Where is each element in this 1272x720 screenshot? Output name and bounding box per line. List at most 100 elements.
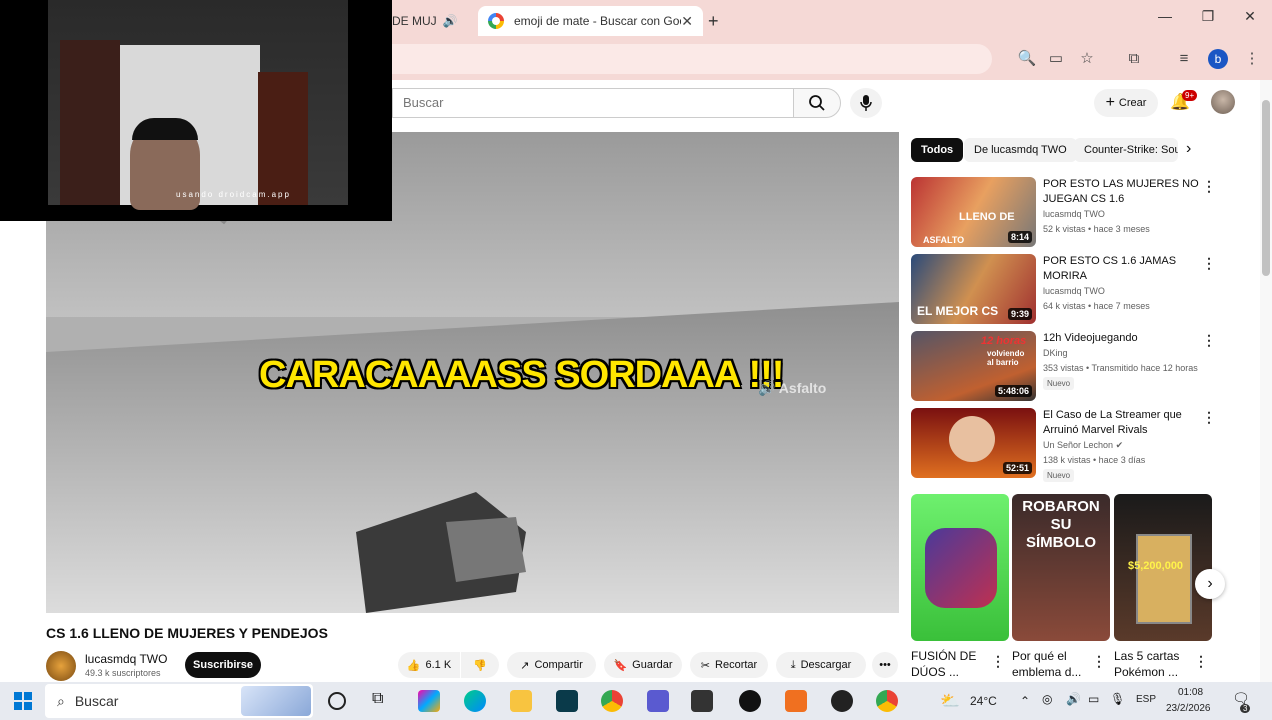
media-control-icon[interactable]: ≡ [1173,48,1195,70]
taskbar-search-input[interactable]: ⌕ Buscar [45,684,313,718]
windows-start-icon[interactable] [14,692,32,710]
dislike-button[interactable]: 👎 [461,652,499,678]
edge-icon[interactable] [464,690,486,712]
notification-count-badge: 9+ [1182,90,1198,101]
short-thumbnail[interactable]: $5,200,000 [1114,494,1212,641]
new-tab-button[interactable]: + [708,6,728,36]
search-button[interactable] [793,88,841,118]
short-menu-icon[interactable]: ⋮ [991,653,1005,670]
language-indicator[interactable]: ESP [1136,694,1156,705]
rec-title[interactable]: POR ESTO CS 1.6 JAMAS MORIRA [1043,254,1203,284]
download-icon: ⤓ [790,658,796,671]
like-button[interactable]: 👍 6.1 K [398,652,460,678]
tab-video[interactable]: DE MUJ 🔊 ✕ [392,6,472,36]
chip-all[interactable]: Todos [911,138,964,162]
rec-menu-icon[interactable]: ⋮ [1202,409,1216,426]
rec-title[interactable]: El Caso de La Streamer que Arruinó Marve… [1043,408,1203,438]
yt-search-input[interactable]: Buscar [392,88,793,118]
rec-channel[interactable]: DKing [1043,348,1068,358]
rec-title[interactable]: 12h Videojuegando [1043,331,1203,346]
address-bar[interactable] [392,44,992,74]
obs-icon[interactable] [739,690,761,712]
short-title[interactable]: Por qué el emblema d... [1012,648,1094,680]
rec-thumbnail[interactable]: LLENO DE ASFALTO 8:14 [911,177,1036,247]
volume-icon[interactable]: 🔊 [1066,692,1081,706]
search-highlight-image [241,686,311,716]
user-avatar[interactable] [1211,90,1235,114]
close-icon[interactable]: ✕ [681,13,693,30]
share-button[interactable]: ↗ Compartir [507,652,596,678]
battery-icon[interactable]: ▭ [1088,692,1099,706]
create-button[interactable]: + Crear [1094,89,1158,117]
save-button[interactable]: 🔖 Guardar [604,652,682,678]
subscribe-button[interactable]: Suscribirse [185,652,261,678]
cast-icon[interactable]: ▭ [1045,48,1067,70]
speaker-icon[interactable]: 🔊 [443,14,458,28]
microphone-tray-icon[interactable]: 🎙 [1110,692,1125,706]
short-title[interactable]: Las 5 cartas Pokémon ... [1114,648,1196,680]
new-badge: Nuevo [1043,377,1075,390]
chip-counter-strike[interactable]: Counter-Strike: Sou [1074,138,1178,162]
minimize-button[interactable]: — [1150,8,1180,24]
bookmark-star-icon[interactable]: ☆ [1076,48,1098,70]
rec-meta: 138 k vistas • hace 3 días [1043,455,1146,465]
extensions-icon[interactable]: ⧉ [1123,48,1145,70]
rec-thumbnail[interactable]: EL MEJOR CS 9:39 [911,254,1036,324]
voice-search-button[interactable] [850,88,882,118]
window-close-button[interactable]: ✕ [1235,8,1265,25]
chevron-right-icon[interactable]: › [1186,140,1191,158]
shorts-next-button[interactable]: › [1195,569,1225,599]
scrollbar-thumb[interactable] [1262,100,1270,276]
microphone-app-icon[interactable] [785,690,807,712]
rec-menu-icon[interactable]: ⋮ [1202,178,1216,195]
copilot-icon[interactable] [418,690,440,712]
like-count: 6.1 K [425,659,452,671]
thumb-text: volviendo al barrio [987,349,1025,367]
rec-channel[interactable]: lucasmdq TWO [1043,209,1105,219]
rec-thumbnail[interactable]: 12 horas volviendo al barrio 5:48:06 [911,331,1036,401]
rec-channel[interactable]: lucasmdq TWO [1043,286,1105,296]
tray-icon[interactable]: ◎ [1042,692,1052,706]
profile-avatar[interactable]: b [1208,49,1228,69]
more-actions-button[interactable]: ••• [872,652,898,678]
tab-google-search[interactable]: emoji de mate - Buscar con Goo ✕ [478,6,703,36]
steam-icon[interactable] [831,690,853,712]
clock-time[interactable]: 01:08 [1178,687,1203,698]
maximize-button[interactable]: ❐ [1193,8,1223,25]
discord-like-icon[interactable] [647,690,669,712]
clock-date[interactable]: 23/2/2026 [1166,703,1211,714]
chip-channel[interactable]: De lucasmdq TWO [964,138,1077,162]
create-label: Crear [1118,97,1147,109]
rec-title[interactable]: POR ESTO LAS MUJERES NO JUEGAN CS 1.6 [1043,177,1203,207]
share-label: Compartir [534,659,583,671]
scissors-icon: ✂ [700,659,711,672]
task-view-icon[interactable]: ⧉ [372,690,383,708]
short-thumbnail[interactable] [911,494,1009,641]
weather-icon[interactable]: ⛅ [940,691,960,711]
short-thumbnail[interactable]: ROBARON SU SÍMBOLO [1012,494,1110,641]
webcam-furniture [258,72,308,205]
app-icon[interactable] [691,690,713,712]
cortana-icon[interactable] [328,692,346,710]
short-menu-icon[interactable]: ⋮ [1092,653,1106,670]
tray-expand-icon[interactable]: ⌃ [1020,694,1030,708]
webcam-overlay[interactable]: usando droidcam.app [0,0,392,221]
clip-button[interactable]: ✂ Recortar [690,652,768,678]
chrome-active-icon[interactable] [876,690,898,712]
chrome-icon[interactable] [601,690,623,712]
disney-plus-icon[interactable] [556,690,578,712]
file-explorer-icon[interactable] [510,690,532,712]
short-menu-icon[interactable]: ⋮ [1194,653,1208,670]
weather-temp[interactable]: 24°C [970,694,997,708]
short-title[interactable]: FUSIÓN DE DÚOS ... [911,648,993,680]
download-button[interactable]: ⤓ Descargar [776,652,866,678]
channel-avatar[interactable] [46,651,76,681]
rec-thumbnail[interactable]: 52:51 [911,408,1036,478]
channel-name[interactable]: lucasmdq TWO [85,652,167,666]
zoom-icon[interactable]: 🔍 [1016,48,1038,70]
rec-meta: 52 k vistas • hace 3 meses [1043,224,1150,234]
rec-menu-icon[interactable]: ⋮ [1202,332,1216,349]
browser-menu-icon[interactable]: ⋮ [1241,48,1263,70]
rec-menu-icon[interactable]: ⋮ [1202,255,1216,272]
rec-channel[interactable]: Un Señor Lechon ✔ [1043,440,1123,451]
